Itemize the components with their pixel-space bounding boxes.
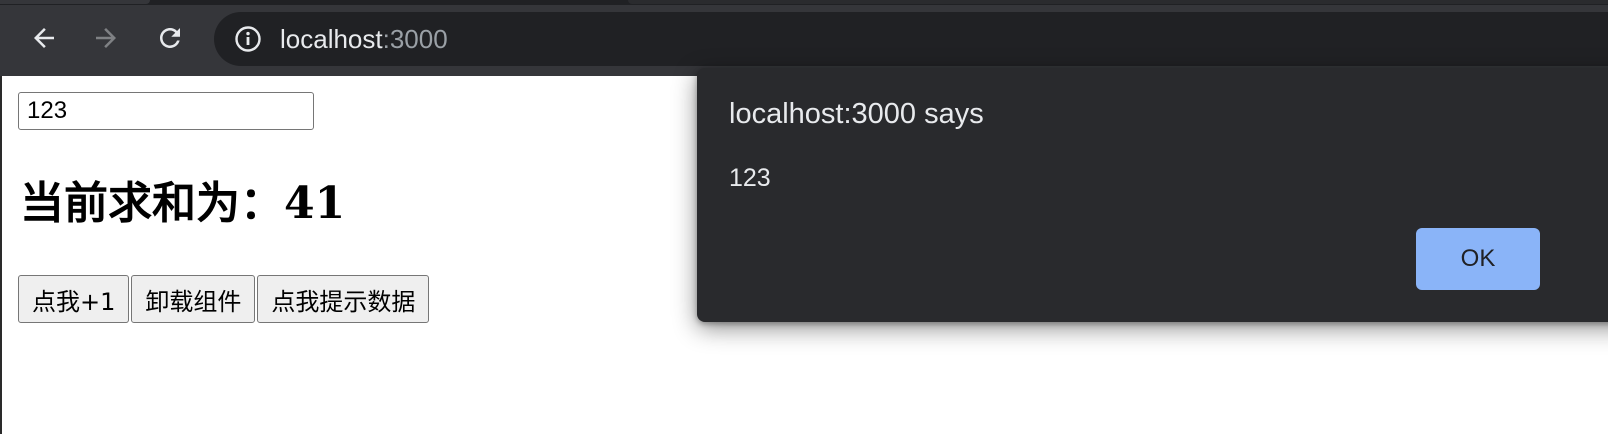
alert-dialog: localhost:3000 says 123 OK	[697, 68, 1608, 322]
tab-inactive[interactable]	[628, 0, 1608, 4]
sum-heading: 当前求和为：41	[20, 174, 345, 234]
forward-button[interactable]	[88, 20, 124, 56]
back-button[interactable]	[26, 20, 62, 56]
browser-window: localhost:3000 当前求和为：41 点我+1 卸载组件 点我提示数据…	[0, 0, 1608, 434]
dialog-title: localhost:3000 says	[729, 98, 984, 130]
show-data-button[interactable]: 点我提示数据	[257, 275, 430, 323]
url-port: :3000	[382, 24, 448, 54]
data-input[interactable]	[18, 92, 314, 130]
sum-value: 41	[284, 178, 346, 229]
dialog-message: 123	[729, 164, 771, 192]
page-border	[0, 76, 2, 434]
url-text[interactable]: localhost:3000	[280, 12, 448, 66]
browser-toolbar: localhost:3000	[0, 0, 1608, 76]
url-host: localhost	[280, 24, 383, 54]
arrow-left-icon	[29, 23, 59, 53]
increment-button[interactable]: 点我+1	[18, 275, 130, 323]
unmount-button[interactable]: 卸载组件	[131, 275, 256, 323]
tab-active[interactable]	[0, 0, 150, 4]
reload-button[interactable]	[152, 20, 188, 56]
button-row: 点我+1 卸载组件 点我提示数据	[18, 275, 431, 323]
sum-label: 当前求和为：	[20, 178, 284, 229]
reload-icon	[155, 23, 185, 53]
info-icon[interactable]	[234, 25, 262, 53]
ok-button[interactable]: OK	[1416, 228, 1540, 290]
address-bar[interactable]: localhost:3000	[214, 12, 1608, 66]
arrow-right-icon	[91, 23, 121, 53]
